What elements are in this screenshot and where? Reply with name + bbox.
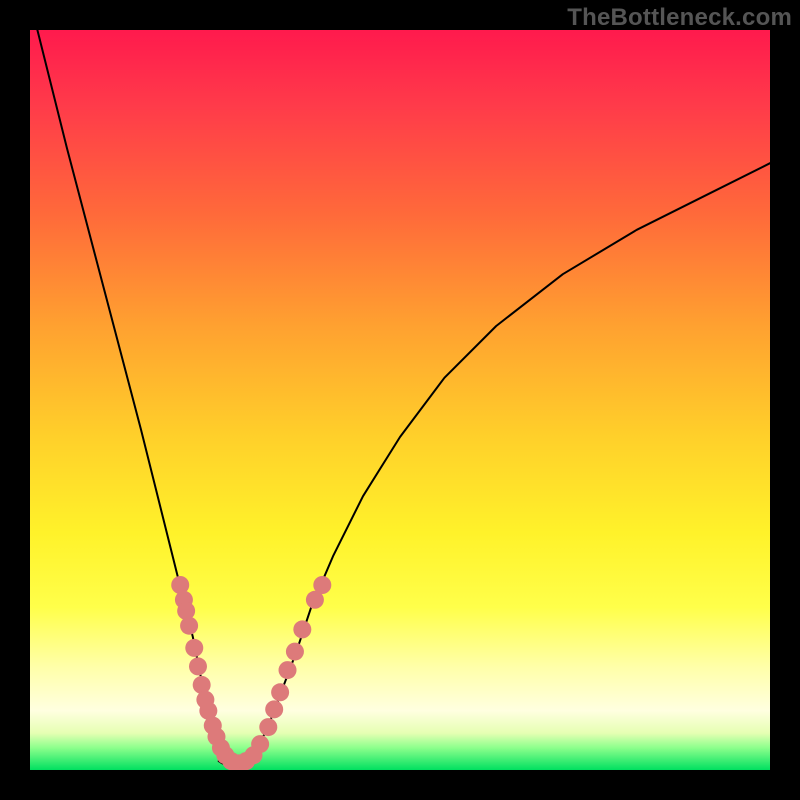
chart-svg [30,30,770,770]
highlight-point [251,735,269,753]
highlight-point [293,620,311,638]
curve-right-branch [245,163,770,762]
highlight-point [259,718,277,736]
highlight-point [180,617,198,635]
highlight-point [271,683,289,701]
highlight-point [185,639,203,657]
marker-layer [171,576,331,770]
highlight-point [279,661,297,679]
curve-layer [37,30,770,766]
plot-area [30,30,770,770]
highlight-point [189,657,207,675]
highlight-point [286,643,304,661]
curve-left-branch [37,30,233,763]
highlight-point [265,700,283,718]
chart-frame: TheBottleneck.com [0,0,800,800]
watermark-text: TheBottleneck.com [567,4,792,32]
highlight-point [177,602,195,620]
highlight-point [313,576,331,594]
